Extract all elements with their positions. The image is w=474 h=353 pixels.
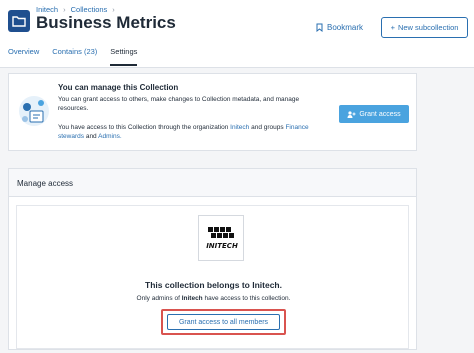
new-subcollection-button[interactable]: + New subcollection	[381, 17, 468, 38]
bookmark-button[interactable]: Bookmark	[316, 18, 363, 36]
bookmark-icon	[316, 23, 323, 32]
admins-note-org: Initech	[181, 295, 203, 302]
group-link-admins[interactable]: Admins.	[98, 133, 121, 140]
grant-access-button[interactable]: Grant access	[339, 105, 409, 123]
tab-contains[interactable]: Contains (23)	[52, 46, 97, 66]
manage-description: You can grant access to others, make cha…	[58, 96, 300, 112]
collaboration-illustration-icon	[19, 96, 49, 126]
admins-note-prefix: Only admins of	[136, 295, 180, 302]
add-user-icon	[347, 110, 356, 118]
admins-note: Only admins of Initech have access to th…	[17, 295, 410, 302]
tab-bar: Overview Contains (23) Settings	[8, 46, 138, 66]
plus-icon: +	[390, 23, 395, 32]
org-info-and: and	[85, 133, 97, 140]
manage-permission-card: You can manage this Collection You can g…	[8, 73, 417, 151]
manage-access-heading: Manage access	[9, 169, 416, 197]
admins-note-suffix: have access to this collection.	[204, 295, 291, 302]
grant-access-label: Grant access	[359, 110, 401, 118]
manage-org-info: You have access to this Collection throu…	[58, 123, 328, 141]
divider	[0, 67, 474, 68]
org-info-prefix: You have access to this Collection throu…	[58, 124, 229, 131]
org-info-groups: and groups	[251, 124, 284, 131]
org-ownership-panel: INITECH This collection belongs to Inite…	[16, 205, 409, 349]
ownership-statement: This collection belongs to Initech.	[145, 280, 282, 290]
org-logo-text: INITECH	[206, 242, 238, 250]
manage-title: You can manage this Collection	[58, 83, 179, 92]
org-link[interactable]: Initech	[230, 124, 249, 131]
bookmark-label: Bookmark	[327, 22, 364, 32]
folder-icon	[8, 10, 30, 32]
org-logo: INITECH	[198, 215, 244, 261]
manage-access-card: Manage access INITECH This collection be…	[8, 168, 417, 350]
page-title: Business Metrics	[36, 13, 176, 32]
collection-header: Initech › Collections › Business Metrics…	[0, 0, 474, 68]
grant-access-all-members-button[interactable]: Grant access to all members	[167, 314, 280, 330]
tab-overview[interactable]: Overview	[8, 46, 39, 66]
new-subcollection-label: New subcollection	[397, 23, 459, 32]
tab-settings[interactable]: Settings	[110, 46, 138, 66]
